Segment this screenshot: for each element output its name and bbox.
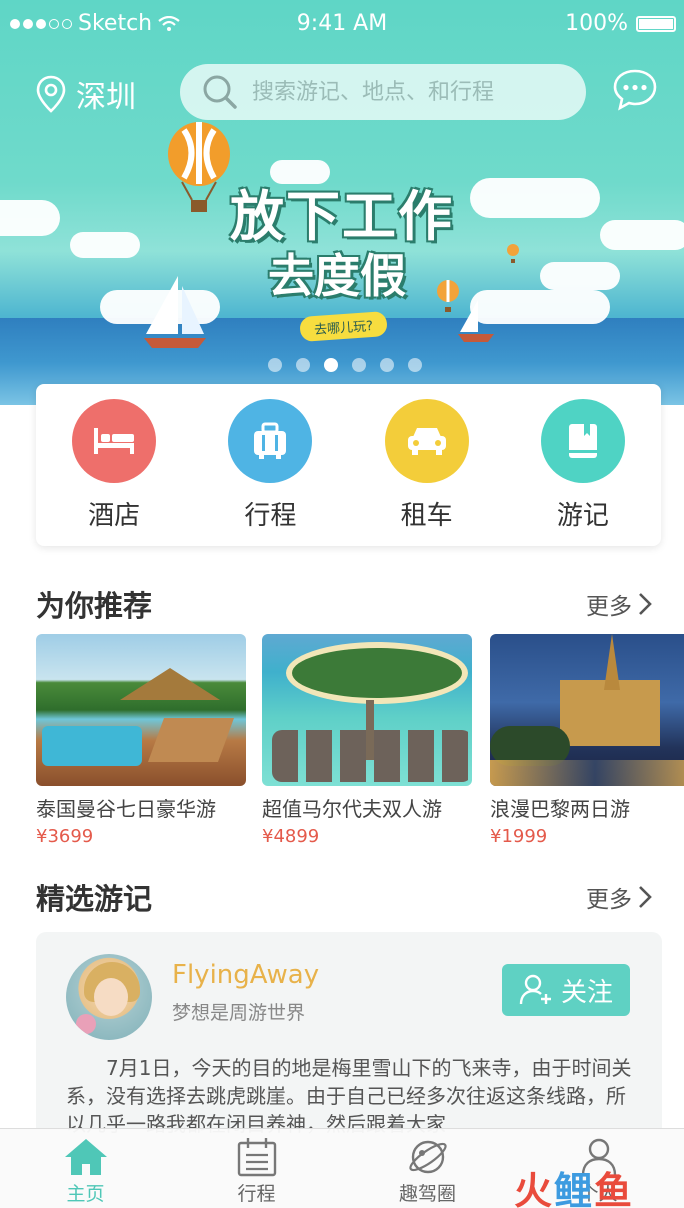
more-label: 更多 (586, 887, 632, 913)
notes-header: 精选游记 更多 (36, 877, 652, 917)
category-car-rental[interactable]: 租车 (367, 398, 487, 532)
recommend-price: ¥4899 (262, 826, 320, 847)
watermark-logo: 火鲤鱼 (514, 1160, 634, 1208)
watermark-char: 鱼 (594, 1169, 635, 1208)
status-bar: Sketch 9:41 AM 100% (0, 0, 684, 48)
pager-dot[interactable] (380, 358, 394, 372)
home-icon (64, 1139, 107, 1175)
recommend-price: ¥1999 (490, 826, 548, 847)
calendar-icon (237, 1138, 276, 1177)
banner-cloud (470, 178, 600, 218)
car-icon (407, 427, 446, 455)
follow-button[interactable]: 关注 (502, 964, 630, 1016)
messages-button[interactable] (612, 68, 658, 116)
category-label: 酒店 (88, 500, 141, 531)
recommend-list: 泰国曼谷七日豪华游 ¥3699 超值马尔代夫双人游 ¥4899 浪漫巴黎两日游 … (36, 634, 684, 854)
avatar-face (94, 978, 128, 1016)
watermark-char: 火 (514, 1169, 555, 1208)
category-notes-circle (540, 398, 625, 483)
category-label: 租车 (400, 500, 453, 531)
recommend-name: 泰国曼谷七日豪华游 (36, 797, 216, 821)
category-card: 酒店 行程 租车 游记 (36, 384, 661, 546)
note-excerpt: 7月1日，今天的目的地是梅里雪山下的飞来寺，由于时间关系，没有选择去跳虎跳崖。由… (66, 1056, 632, 1136)
battery: 100% (565, 11, 676, 36)
notes-more-link[interactable]: 更多 (586, 880, 652, 914)
battery-icon (636, 15, 676, 32)
hot-air-balloon-icon (507, 244, 519, 263)
tab-label: 主页 (66, 1183, 105, 1205)
bed-icon (94, 427, 135, 454)
hot-air-balloon-icon (168, 122, 230, 212)
recommend-name: 超值马尔代夫双人游 (262, 797, 442, 821)
search-icon (203, 75, 237, 109)
chevron-right-icon (639, 886, 652, 908)
avatar[interactable] (66, 954, 152, 1040)
recommend-card[interactable]: 浪漫巴黎两日游 ¥1999 (490, 634, 684, 847)
river-lights (490, 760, 684, 786)
author-signature: 梦想是周游世界 (172, 1002, 306, 1024)
search-bar[interactable] (180, 64, 586, 120)
category-itinerary-circle (228, 398, 313, 483)
watermark-char: 鲤 (554, 1169, 595, 1208)
banner-pager[interactable] (268, 358, 422, 372)
banner-cloud (600, 220, 684, 250)
banner-cloud (70, 232, 140, 258)
category-travel-notes[interactable]: 游记 (523, 398, 643, 532)
city-name: 深圳 (76, 80, 136, 115)
pager-dot[interactable] (408, 358, 422, 372)
pager-dot[interactable] (268, 358, 282, 372)
category-label: 游记 (556, 500, 609, 531)
recommend-header: 为你推荐 更多 (36, 584, 652, 624)
banner-headline: 放下工作 去度假 去哪儿玩? (229, 164, 470, 343)
pager-dot[interactable] (296, 358, 310, 372)
recommend-image-paris (490, 634, 684, 786)
recommend-image-thailand (36, 634, 246, 786)
tab-label: 行程 (237, 1183, 276, 1205)
add-user-icon (519, 974, 551, 1005)
recommend-image-maldives (262, 634, 472, 786)
recommend-price: ¥3699 (36, 826, 94, 847)
water-villas (272, 730, 472, 782)
follow-label: 关注 (560, 977, 613, 1008)
author-name[interactable]: FlyingAway (172, 960, 319, 990)
spire (604, 634, 620, 690)
category-hotel[interactable]: 酒店 (54, 398, 174, 532)
sailboat-icon (144, 276, 206, 348)
headline-line-2: 去度假 (268, 249, 406, 303)
pager-dot[interactable] (352, 358, 366, 372)
hut-roof (120, 668, 220, 700)
pool (42, 726, 142, 766)
category-hotel-circle (72, 398, 157, 483)
banner-cloud (540, 262, 620, 290)
tab-community[interactable]: 趣驾圈 (342, 1129, 513, 1208)
recommend-title: 为你推荐 (36, 589, 153, 623)
category-label: 行程 (244, 500, 297, 531)
chat-bubble-icon (613, 69, 657, 111)
recommend-card[interactable]: 泰国曼谷七日豪华游 ¥3699 (36, 634, 246, 847)
chevron-right-icon (639, 593, 652, 615)
category-car-circle (384, 398, 469, 483)
luggage-icon (254, 422, 287, 459)
recommend-more-link[interactable]: 更多 (586, 587, 652, 621)
lounge-chair (147, 718, 235, 762)
pager-dot-active[interactable] (324, 358, 338, 372)
avatar-flower (76, 1014, 96, 1034)
planet-icon (408, 1140, 447, 1174)
location-pin-icon (36, 75, 66, 113)
book-icon (568, 423, 597, 458)
hero-banner[interactable]: 放下工作 去度假 去哪儿玩? Sketch 9:41 AM 100% 深圳 搜索… (0, 0, 684, 405)
more-label: 更多 (586, 594, 632, 620)
island (292, 648, 462, 698)
battery-percent: 100% (565, 11, 628, 36)
city-selector[interactable]: 深圳 (36, 72, 136, 116)
tab-itinerary[interactable]: 行程 (171, 1129, 342, 1208)
recommend-name: 浪漫巴黎两日游 (490, 797, 630, 821)
recommend-card[interactable]: 超值马尔代夫双人游 ¥4899 (262, 634, 472, 847)
search-input[interactable] (252, 79, 572, 105)
banner-cloud (0, 200, 60, 236)
notes-title: 精选游记 (36, 882, 153, 916)
tab-home[interactable]: 主页 (0, 1129, 171, 1208)
tab-label: 趣驾圈 (398, 1183, 456, 1205)
category-itinerary[interactable]: 行程 (210, 398, 330, 532)
